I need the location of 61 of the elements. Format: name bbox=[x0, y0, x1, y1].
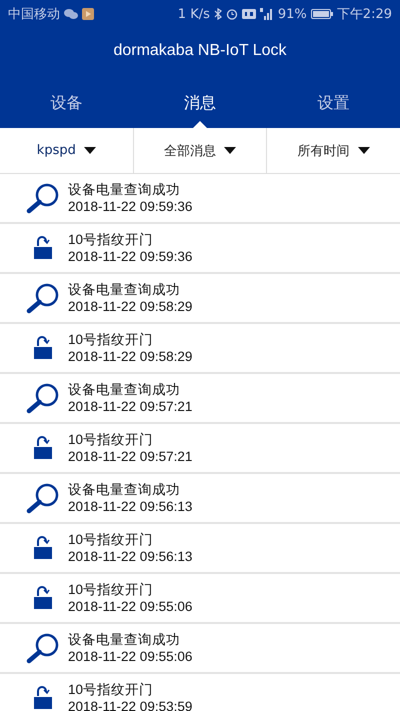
magnifier-icon bbox=[26, 282, 60, 314]
message-title: 设备电量查询成功 bbox=[68, 281, 181, 298]
message-row[interactable]: 设备电量查询成功 2018-11-22 09:57:21 bbox=[0, 374, 400, 424]
app-icon bbox=[82, 8, 94, 20]
message-time: 2018-11-22 09:53:59 bbox=[68, 698, 192, 711]
message-title: 10号指纹开门 bbox=[68, 331, 154, 348]
message-title: 10号指纹开门 bbox=[68, 581, 154, 598]
message-time: 2018-11-22 09:58:29 bbox=[68, 298, 192, 315]
caret-icon bbox=[84, 147, 96, 154]
message-time: 2018-11-22 09:56:13 bbox=[68, 548, 192, 565]
message-row[interactable]: 10号指纹开门 2018-11-22 09:57:21 bbox=[0, 424, 400, 474]
message-time: 2018-11-22 09:58:29 bbox=[68, 348, 192, 365]
padlock-icon bbox=[33, 586, 53, 610]
magnifier-icon bbox=[26, 632, 60, 664]
message-row[interactable]: 10号指纹开门 2018-11-22 09:55:06 bbox=[0, 574, 400, 624]
battery-icon bbox=[310, 9, 333, 19]
app-title: dormakaba NB-IoT Lock bbox=[112, 41, 288, 61]
magnifier-icon bbox=[26, 382, 60, 414]
message-title: 10号指纹开门 bbox=[68, 431, 154, 448]
battery-percent: 91% bbox=[278, 6, 307, 22]
message-title: 10号指纹开门 bbox=[68, 681, 154, 698]
message-time: 2018-11-22 09:56:13 bbox=[68, 498, 192, 515]
message-time: 2018-11-22 09:57:21 bbox=[68, 448, 192, 465]
clock-time: 下午2:29 bbox=[336, 6, 392, 23]
message-time: 2018-11-22 09:59:36 bbox=[68, 198, 192, 215]
padlock-icon bbox=[33, 686, 53, 710]
message-row[interactable]: 10号指纹开门 2018-11-22 09:53:59 bbox=[0, 674, 400, 711]
padlock-icon bbox=[33, 536, 53, 560]
message-row[interactable]: 10号指纹开门 2018-11-22 09:59:36 bbox=[0, 224, 400, 274]
signal-icon bbox=[260, 8, 274, 20]
message-time: 2018-11-22 09:57:21 bbox=[68, 398, 192, 415]
message-title: 10号指纹开门 bbox=[68, 531, 154, 548]
message-row[interactable]: 设备电量查询成功 2018-11-22 09:58:29 bbox=[0, 274, 400, 324]
message-title: 设备电量查询成功 bbox=[68, 381, 181, 398]
message-title: 设备电量查询成功 bbox=[68, 181, 181, 198]
message-title: 10号指纹开门 bbox=[68, 231, 154, 248]
message-row[interactable]: 设备电量查询成功 2018-11-22 09:55:06 bbox=[0, 624, 400, 674]
carrier-name: 中国移动 bbox=[8, 6, 60, 23]
magnifier-icon bbox=[26, 182, 60, 214]
caret-icon bbox=[358, 147, 370, 154]
message-row[interactable]: 10号指纹开门 2018-11-22 09:56:13 bbox=[0, 524, 400, 574]
message-title: 设备电量查询成功 bbox=[68, 631, 181, 648]
message-time: 2018-11-22 09:55:06 bbox=[68, 648, 192, 665]
alarm-icon bbox=[226, 8, 238, 20]
bluetooth-icon bbox=[214, 8, 222, 20]
tab[interactable]: 设备 bbox=[0, 79, 134, 128]
network-speed: 1 K/s bbox=[178, 6, 210, 22]
padlock-icon bbox=[33, 336, 53, 360]
caret-icon bbox=[224, 147, 236, 154]
message-row[interactable]: 设备电量查询成功 2018-11-22 09:56:13 bbox=[0, 474, 400, 524]
message-row[interactable]: 10号指纹开门 2018-11-22 09:58:29 bbox=[0, 324, 400, 374]
chat-icon bbox=[64, 8, 78, 20]
tab[interactable]: 设置 bbox=[266, 79, 400, 128]
padlock-icon bbox=[33, 436, 53, 460]
tab[interactable]: 消息 bbox=[133, 79, 267, 128]
message-row[interactable]: 设备电量查询成功 2018-11-22 09:59:36 bbox=[0, 174, 400, 224]
message-title: 设备电量查询成功 bbox=[68, 481, 181, 498]
padlock-icon bbox=[33, 236, 53, 260]
message-time: 2018-11-22 09:55:06 bbox=[68, 598, 192, 615]
message-time: 2018-11-22 09:59:36 bbox=[68, 248, 192, 265]
magnifier-icon bbox=[26, 482, 60, 514]
